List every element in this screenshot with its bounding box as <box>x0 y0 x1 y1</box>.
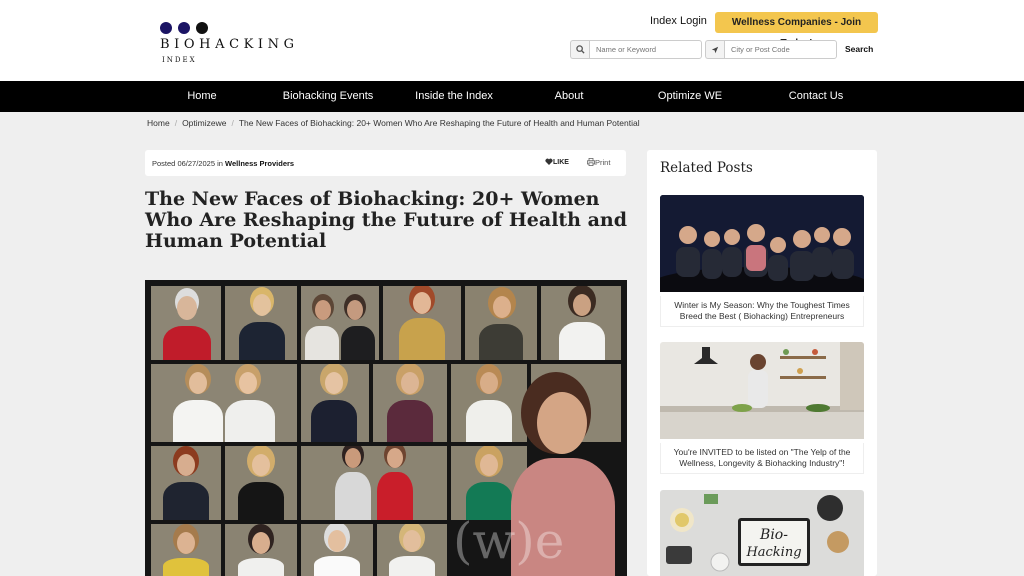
breadcrumb-current: The New Faces of Biohacking: 20+ Women W… <box>238 118 640 128</box>
breadcrumb: Home / Optimizewe / The New Faces of Biohack… <box>147 118 640 128</box>
nav-item-about[interactable]: About <box>555 81 584 112</box>
collage-photo <box>225 524 297 576</box>
related-post-image <box>660 342 864 439</box>
collage-photo <box>465 286 537 360</box>
collage-photo <box>151 524 221 576</box>
breadcrumb-optimizewe[interactable]: Optimizewe <box>182 118 226 128</box>
breadcrumb-home[interactable]: Home <box>147 118 170 128</box>
svg-text:Hacking: Hacking <box>745 545 801 560</box>
keyword-search-group <box>570 40 702 59</box>
related-post-card[interactable]: Bio- Hacking <box>660 490 864 576</box>
collage-photo <box>383 286 461 360</box>
we-watermark: (w)e <box>453 512 565 570</box>
join-today-button[interactable]: Wellness Companies - Join Today! <box>715 12 878 49</box>
like-button[interactable]: LIKE <box>545 158 569 166</box>
sidebar-title: Related Posts <box>660 160 753 176</box>
collage-photo <box>225 286 297 360</box>
keyword-search-input[interactable] <box>589 40 702 59</box>
related-post-title[interactable]: Winter is My Season: Why the Toughest Ti… <box>660 296 864 327</box>
collage-photo <box>301 286 379 360</box>
collage-photo <box>151 364 297 442</box>
nav-item-biohacking-events[interactable]: Biohacking Events <box>283 81 374 112</box>
collage-photo <box>301 364 369 442</box>
index-login-link[interactable]: Index Login <box>650 15 707 27</box>
post-meta-bar: Posted 06/27/2025 in Wellness Providers … <box>145 150 626 176</box>
nav-item-inside-the-index[interactable]: Inside the Index <box>415 81 493 112</box>
post-date-line: Posted 06/27/2025 in Wellness Providers <box>152 159 295 168</box>
collage-photo <box>373 364 447 442</box>
search-button[interactable]: Search <box>845 44 873 54</box>
collage-photo <box>451 364 527 442</box>
bio-hacking-chalkboard-text: Bio- <box>759 527 788 543</box>
search-icon <box>570 40 589 59</box>
main-nav: Home Biohacking Events Inside the Index … <box>0 81 1024 112</box>
post-category-link[interactable]: Wellness Providers <box>225 159 294 168</box>
related-post-image: Bio- Hacking <box>660 490 864 576</box>
related-post-card[interactable]: You're INVITED to be listed on "The Yelp… <box>660 342 864 474</box>
print-icon <box>587 158 595 166</box>
post-title: The New Faces of Biohacking: 20+ Women W… <box>145 188 628 252</box>
site-logo[interactable]: BIOHACKING INDEX <box>160 22 310 66</box>
location-arrow-icon <box>705 40 724 59</box>
collage-photo <box>537 392 587 454</box>
nav-item-optimize-we[interactable]: Optimize WE <box>658 81 722 112</box>
related-post-image <box>660 195 864 292</box>
post-date: 06/27/2025 <box>177 159 215 168</box>
location-search-group <box>705 40 837 59</box>
site-header: BIOHACKING INDEX Index Login Wellness Co… <box>0 0 1024 81</box>
related-posts-sidebar: Related Posts Winter is My Season: Why t… <box>647 150 877 576</box>
nav-item-home[interactable]: Home <box>187 81 216 112</box>
logo-subtitle: INDEX <box>162 56 197 64</box>
heart-icon <box>545 158 553 165</box>
nav-item-contact-us[interactable]: Contact Us <box>789 81 843 112</box>
logo-wordmark: BIOHACKING <box>160 37 299 52</box>
post-hero-image: (w)e <box>145 280 627 576</box>
collage-photo <box>151 286 221 360</box>
collage-photo <box>377 524 447 576</box>
collage-photo <box>541 286 621 360</box>
collage-photo <box>301 524 373 576</box>
related-post-card[interactable]: Winter is My Season: Why the Toughest Ti… <box>660 195 864 327</box>
collage-photo <box>301 446 447 520</box>
related-post-title[interactable]: You're INVITED to be listed on "The Yelp… <box>660 443 864 474</box>
print-button[interactable]: Print <box>587 158 610 167</box>
collage-photo <box>225 446 297 520</box>
city-postcode-input[interactable] <box>724 40 837 59</box>
collage-photo <box>151 446 221 520</box>
